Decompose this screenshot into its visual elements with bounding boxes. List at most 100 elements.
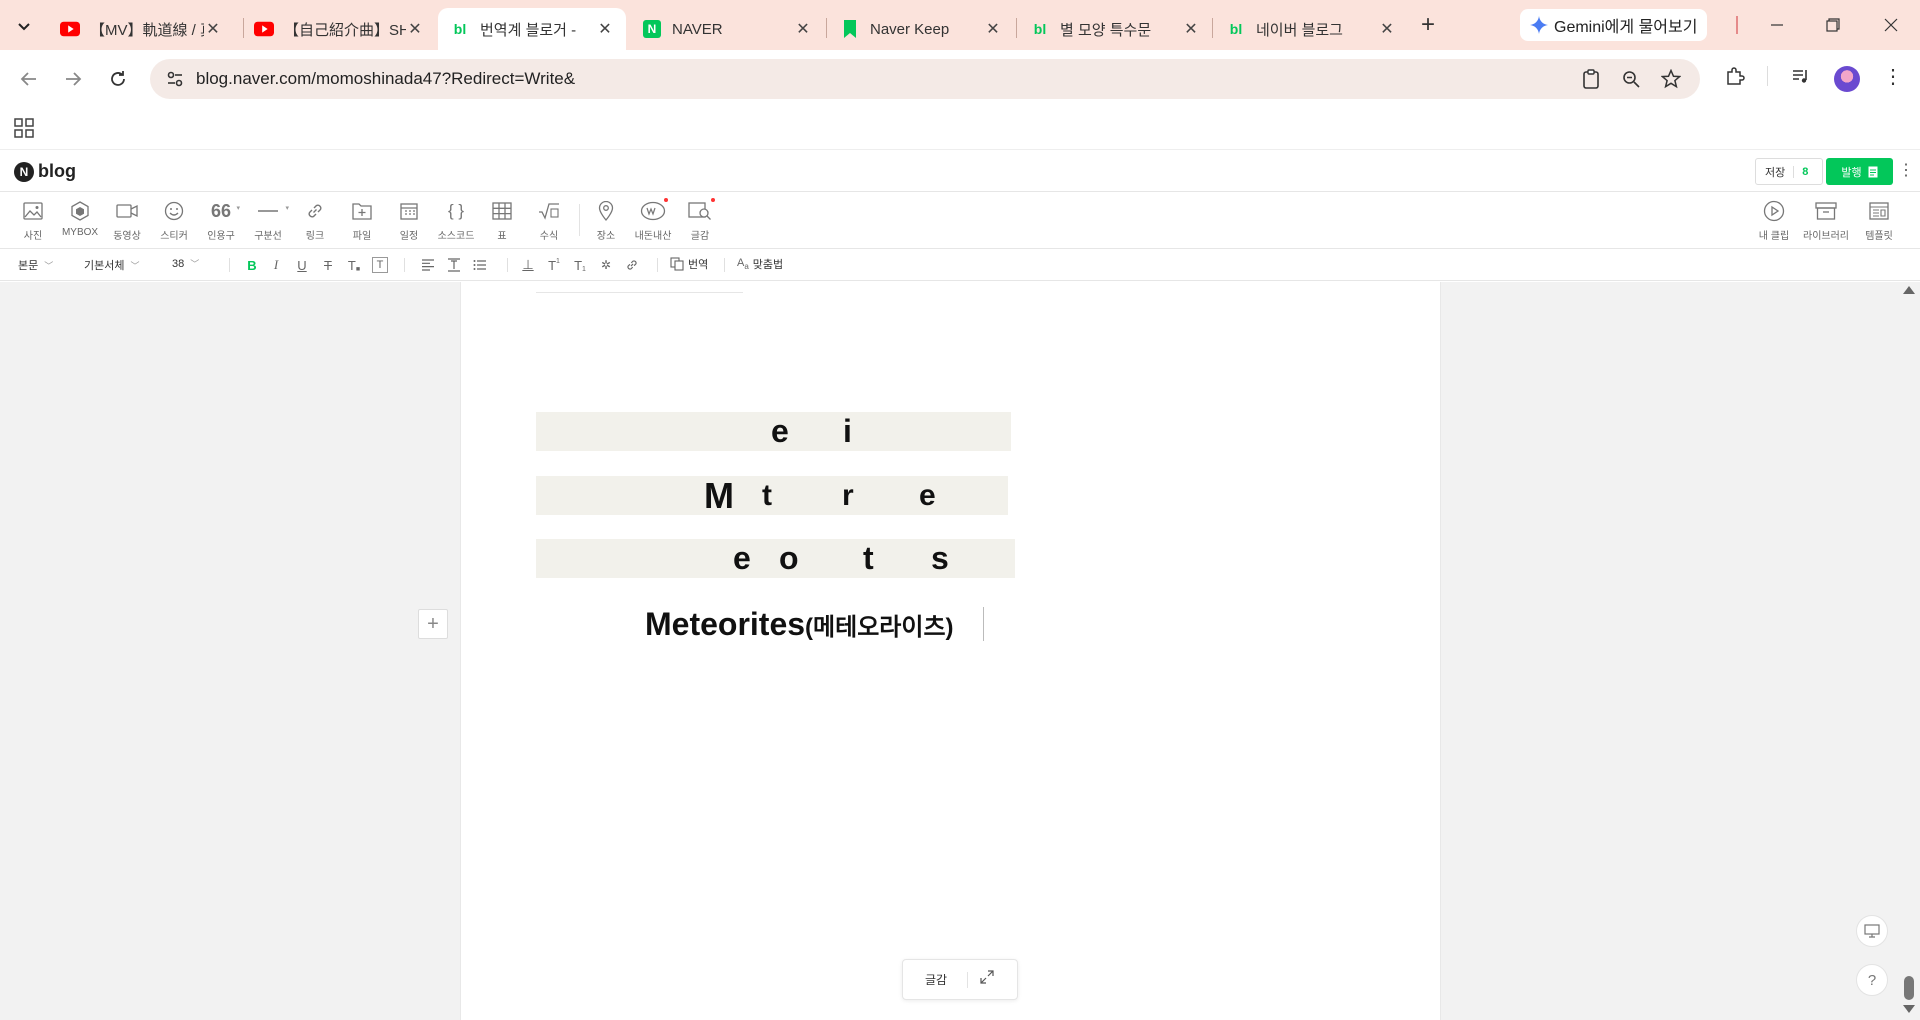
close-icon[interactable]: ✕ (1182, 19, 1200, 39)
font-select[interactable]: 기본서체 ﹀ (84, 257, 140, 273)
spellcheck-button[interactable]: Aa 맞춤법 (737, 256, 783, 272)
special-char-icon[interactable]: ✲ (597, 256, 615, 274)
new-tab-button[interactable]: + (1414, 12, 1442, 40)
close-icon[interactable]: ✕ (406, 19, 424, 39)
star-icon[interactable] (1660, 68, 1682, 90)
apps-grid-icon[interactable] (14, 118, 34, 138)
align-left-icon[interactable] (419, 256, 437, 274)
insert-divider[interactable]: ▾ 구분선 (245, 198, 291, 242)
close-window-button[interactable] (1868, 10, 1914, 40)
tab-title: NAVER (672, 20, 723, 38)
insert-file[interactable]: 파일 (339, 198, 385, 242)
editor-document[interactable]: e i M t r e e o t s Meteorites (메테오라이츠) (460, 282, 1441, 1020)
insert-table[interactable]: 표 (479, 198, 525, 242)
letter-spacing-icon[interactable]: ⊥ (519, 256, 537, 274)
tab-blog-active[interactable]: bl 번역계 블로거 - ✕ (438, 8, 626, 50)
insert-photo[interactable]: 사진 (10, 198, 56, 242)
material-button[interactable]: 글감 (925, 971, 947, 988)
underline-icon[interactable]: U (293, 256, 311, 274)
insert-mybox[interactable]: MYBOX (57, 198, 103, 238)
subscript-icon[interactable]: T1 (571, 256, 589, 274)
close-icon[interactable]: ✕ (596, 19, 614, 39)
superscript-icon[interactable]: T1 (545, 256, 563, 274)
insert-material[interactable]: 글감 (677, 198, 723, 242)
zoom-icon[interactable] (1620, 68, 1642, 90)
restore-button[interactable] (1810, 10, 1856, 40)
tab-search-button[interactable] (10, 12, 38, 40)
media-control-icon[interactable] (1788, 63, 1814, 89)
close-icon[interactable]: ✕ (794, 19, 812, 39)
clipboard-icon[interactable] (1580, 68, 1602, 90)
bold-icon[interactable]: B (243, 256, 261, 274)
close-icon[interactable]: ✕ (984, 19, 1002, 39)
address-bar[interactable]: blog.naver.com/momoshinada47?Redirect=Wr… (150, 59, 1700, 99)
divider-icon: ▾ (258, 205, 289, 212)
tool-label: 소스코드 (437, 231, 475, 242)
editor-header: N blog 저장 8 발행 ⋮ (0, 150, 1920, 192)
tab-naver-keep[interactable]: Naver Keep ✕ (828, 8, 1014, 50)
minimize-button[interactable] (1754, 10, 1800, 40)
save-count[interactable]: 8 (1802, 166, 1808, 178)
title-paragraph[interactable]: Meteorites (메테오라이츠) (645, 606, 954, 643)
insert-code[interactable]: { } 소스코드 (433, 198, 479, 242)
help-button[interactable]: ? (1856, 964, 1888, 996)
add-component-button[interactable]: + (418, 609, 448, 639)
insert-video[interactable]: 동영상 (104, 198, 150, 242)
insert-quote[interactable]: 66 ▾ 인용구 (198, 198, 244, 243)
tab-youtube-mv[interactable]: 【MV】軌道線 / 真 ✕ (48, 8, 234, 50)
font-size-select[interactable]: 38 ﹀ (172, 257, 199, 270)
publish-button[interactable]: 발행 (1826, 158, 1893, 185)
insert-sticker[interactable]: 스티커 (151, 198, 197, 242)
text-color-icon[interactable]: T ■ (345, 256, 363, 274)
insert-place[interactable]: 장소 (583, 198, 629, 242)
italic-icon[interactable]: I (267, 256, 285, 274)
reload-icon (111, 71, 125, 86)
tab-youtube-intro[interactable]: 【自己紹介曲】SH ✕ (242, 8, 436, 50)
list-icon[interactable] (471, 256, 489, 274)
browser-menu-icon[interactable]: ⋮ (1880, 63, 1906, 89)
save-button[interactable]: 저장 8 (1755, 158, 1823, 185)
insert-calendar[interactable]: 일정 (386, 198, 432, 242)
insert-formula[interactable]: 수식 (526, 198, 572, 242)
gemini-button[interactable]: Gemini에게 물어보기 (1520, 9, 1708, 41)
tab-special-chars[interactable]: bl 별 모양 특수문 ✕ (1018, 8, 1212, 50)
naver-blog-icon: bl (453, 21, 467, 37)
tool-label: 표 (497, 231, 507, 242)
tab-naver[interactable]: N NAVER ✕ (630, 8, 824, 50)
paragraph-style-select[interactable]: 본문 ﹀ (18, 257, 53, 273)
naver-blog-logo[interactable]: N blog (14, 161, 76, 182)
pc-preview-button[interactable] (1856, 915, 1888, 947)
library-button[interactable]: 라이브러리 (1803, 198, 1849, 242)
reload-button[interactable] (103, 64, 133, 94)
my-clip-button[interactable]: 내 클립 (1751, 198, 1797, 242)
extensions-icon[interactable] (1722, 63, 1748, 89)
naver-blog-icon: bl (1033, 21, 1047, 37)
tab-naver-blog[interactable]: bl 네이버 블로그 ✕ (1214, 8, 1408, 50)
insert-link[interactable]: 링크 (292, 198, 338, 242)
forward-button[interactable] (58, 64, 88, 94)
scrollbar-thumb[interactable] (1904, 976, 1914, 1000)
highlighted-text-row-1[interactable]: e i (536, 412, 1011, 451)
highlighted-text-row-2[interactable]: M t r e (536, 476, 1008, 515)
tab-title: 별 모양 특수문 (1060, 21, 1152, 39)
translate-button[interactable]: 번역 (670, 256, 708, 272)
link-icon[interactable] (623, 256, 641, 274)
text-background-icon[interactable]: T (372, 257, 388, 273)
profile-avatar[interactable] (1834, 66, 1860, 92)
chevron-down-icon: ﹀ (190, 259, 200, 269)
strikethrough-icon[interactable]: T (319, 256, 337, 274)
line-height-icon[interactable] (445, 256, 463, 274)
scroll-up-arrow[interactable] (1903, 286, 1915, 294)
expand-icon[interactable] (980, 970, 994, 989)
highlighted-text-row-3[interactable]: e o t s (536, 539, 1015, 578)
back-button[interactable] (14, 64, 44, 94)
template-button[interactable]: 템플릿 (1856, 198, 1902, 242)
more-options-icon[interactable]: ⋮ (1898, 161, 1914, 181)
close-icon[interactable]: ✕ (204, 19, 222, 39)
text-caret (983, 607, 984, 641)
site-info-icon[interactable] (164, 68, 186, 90)
tab-separator (826, 18, 827, 38)
scroll-down-arrow[interactable] (1903, 1005, 1915, 1013)
insert-my-money[interactable]: 내돈내산 (630, 198, 676, 242)
close-icon[interactable]: ✕ (1378, 19, 1396, 39)
